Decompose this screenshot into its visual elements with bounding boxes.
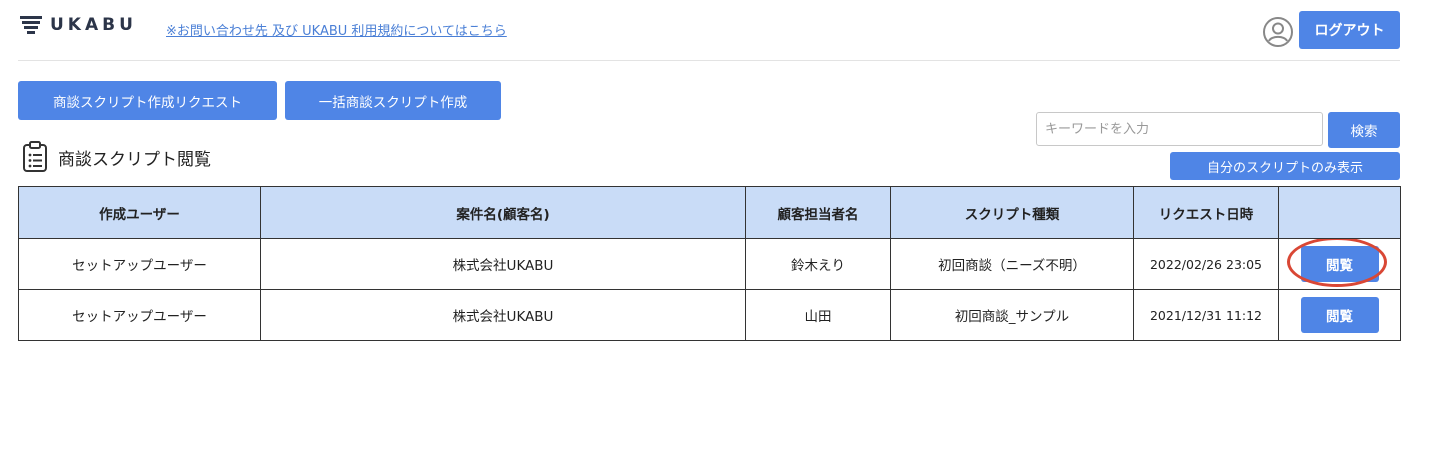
column-header-script-type: スクリプト種類	[890, 186, 1134, 239]
column-header-actions	[1278, 186, 1401, 239]
logo-mark-icon	[20, 16, 42, 34]
cell-user: セットアップユーザー	[18, 238, 261, 290]
cell-requested-at: 2022/02/26 23:05	[1133, 238, 1279, 290]
show-my-scripts-button[interactable]: 自分のスクリプトのみ表示	[1170, 152, 1400, 180]
cell-user: セットアップユーザー	[18, 289, 261, 341]
column-header-user: 作成ユーザー	[18, 186, 261, 239]
contact-terms-link[interactable]: ※お問い合わせ先 及び UKABU 利用規約についてはこちら	[166, 20, 507, 39]
view-button[interactable]: 閲覧	[1286, 239, 1387, 287]
bulk-create-button[interactable]: 一括商談スクリプト作成	[285, 81, 501, 120]
cell-requested-at: 2021/12/31 11:12	[1133, 289, 1279, 341]
page-title: 商談スクリプト閲覧	[58, 149, 211, 170]
column-header-requested-at: リクエスト日時	[1133, 186, 1279, 239]
logo[interactable]: UKABU	[20, 14, 137, 36]
cell-actions: 閲覧	[1278, 238, 1401, 290]
clipboard-icon	[23, 141, 47, 172]
table-row: セットアップユーザー 株式会社UKABU 鈴木えり 初回商談（ニーズ不明） 20…	[18, 238, 1401, 290]
section-heading: 商談スクリプト閲覧	[22, 141, 211, 173]
column-header-contact: 顧客担当者名	[745, 186, 891, 239]
keyword-search-input[interactable]	[1036, 112, 1323, 146]
view-button-label: 閲覧	[1326, 309, 1353, 325]
search-button[interactable]: 検索	[1328, 112, 1400, 148]
cell-project: 株式会社UKABU	[260, 289, 746, 341]
scripts-table: 作成ユーザー 案件名(顧客名) 顧客担当者名 スクリプト種類 リクエスト日時 セ…	[18, 186, 1401, 341]
header-divider	[18, 60, 1400, 61]
cell-script-type: 初回商談_サンプル	[890, 289, 1134, 341]
script-request-button[interactable]: 商談スクリプト作成リクエスト	[18, 81, 277, 120]
view-button-label: 閲覧	[1326, 258, 1353, 274]
cell-script-type: 初回商談（ニーズ不明）	[890, 238, 1134, 290]
cell-project: 株式会社UKABU	[260, 238, 746, 290]
logout-button[interactable]: ログアウト	[1299, 11, 1400, 49]
cell-actions: 閲覧	[1278, 289, 1401, 341]
cell-contact: 鈴木えり	[745, 238, 891, 290]
table-row: セットアップユーザー 株式会社UKABU 山田 初回商談_サンプル 2021/1…	[18, 289, 1401, 341]
script-list-page: UKABU ※お問い合わせ先 及び UKABU 利用規約についてはこちら ログア…	[0, 0, 1437, 456]
user-avatar-icon[interactable]	[1262, 16, 1294, 48]
logo-text: UKABU	[50, 15, 137, 35]
table-header-row: 作成ユーザー 案件名(顧客名) 顧客担当者名 スクリプト種類 リクエスト日時	[18, 186, 1401, 239]
cell-contact: 山田	[745, 289, 891, 341]
view-button[interactable]: 閲覧	[1300, 297, 1379, 333]
column-header-project: 案件名(顧客名)	[260, 186, 746, 239]
